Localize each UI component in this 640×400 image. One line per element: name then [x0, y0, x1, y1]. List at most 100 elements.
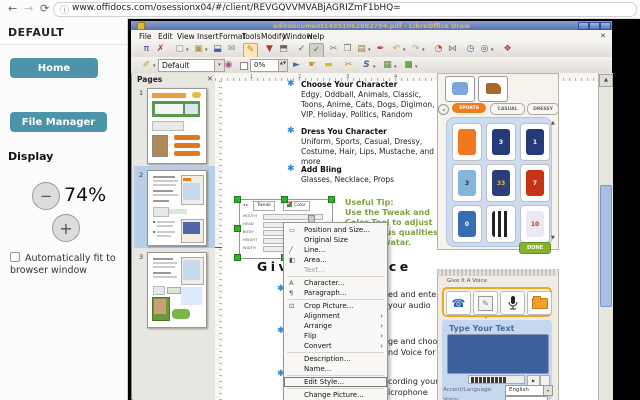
chart-icon[interactable]: ◔: [432, 43, 445, 56]
hand-icon[interactable]: ☛: [306, 59, 319, 72]
ruler-number: 2: [298, 73, 302, 80]
crop-icon[interactable]: ✂: [342, 59, 355, 72]
image-dropdown-icon[interactable]: ▾: [394, 64, 397, 70]
close-button[interactable]: [600, 22, 611, 30]
copy-icon[interactable]: ❐: [341, 43, 354, 56]
home-button[interactable]: Home: [10, 58, 98, 78]
fit-checkbox[interactable]: [10, 252, 20, 262]
menu-item-edit-style[interactable]: Edit Style...: [284, 377, 387, 387]
menu-item-change-picture[interactable]: Change Picture...: [284, 390, 387, 400]
paste-icon[interactable]: ▤: [355, 43, 368, 56]
new-document-icon[interactable]: ▢: [173, 43, 186, 56]
print-icon[interactable]: ⬒: [277, 43, 290, 56]
selection-handle[interactable]: [234, 196, 241, 203]
undo-dropdown-icon[interactable]: ▾: [403, 47, 406, 53]
color-mode-icon[interactable]: ■: [402, 59, 415, 72]
page-thumbnail-2[interactable]: [147, 170, 207, 246]
scroll-up-icon[interactable]: ▲: [599, 74, 613, 87]
paste-dropdown-icon[interactable]: ▾: [368, 47, 371, 53]
textbox-icon[interactable]: ▬: [322, 59, 335, 72]
menu-tools[interactable]: Tools: [242, 32, 260, 41]
compass-icon[interactable]: ◷: [464, 43, 477, 56]
menu-item-line[interactable]: ╱ Line...: [284, 245, 387, 255]
back-icon[interactable]: ←: [8, 2, 17, 15]
export-pdf-icon[interactable]: ▼: [263, 43, 276, 56]
window-titlebar[interactable]: editdocument14851062662794.pdf - LibreOf…: [131, 21, 612, 30]
zoom-pointer-icon[interactable]: ►: [290, 59, 303, 72]
filter-dropdown-icon[interactable]: ▾: [373, 64, 376, 70]
menu-item-name[interactable]: Name...: [284, 364, 387, 374]
menu-item-description[interactable]: Description...: [284, 354, 387, 364]
transparency-checkbox[interactable]: [240, 62, 248, 70]
selection-handle[interactable]: [234, 254, 241, 261]
cut-icon[interactable]: ✂: [327, 43, 340, 56]
character-icon: A: [289, 279, 294, 287]
zoom-dropdown-icon[interactable]: ▾: [491, 47, 494, 53]
pages-panel-close-icon[interactable]: ✕: [207, 75, 213, 83]
jersey-option: 7: [520, 164, 550, 202]
spin-arrows[interactable]: ▲▼: [278, 59, 288, 72]
maximize-button[interactable]: [589, 22, 600, 30]
page-number-1: 1: [139, 89, 144, 97]
styles-icon[interactable]: ✐: [140, 59, 153, 72]
menu-item-crop-picture[interactable]: ⊡ Crop Picture...: [284, 301, 387, 311]
menu-view[interactable]: View: [177, 32, 195, 41]
formula-icon[interactable]: π: [140, 43, 153, 56]
image-icon[interactable]: ▦: [381, 59, 394, 72]
menu-item-character[interactable]: A Character...: [284, 278, 387, 288]
page-thumbnail-1[interactable]: [147, 88, 207, 164]
spelling-icon[interactable]: ✓: [295, 43, 308, 56]
menu-item-flip[interactable]: Flip ›: [284, 331, 387, 341]
redo-dropdown-icon[interactable]: ▾: [422, 47, 425, 53]
menu-file[interactable]: File: [139, 32, 152, 41]
slider-label: HEAD: [243, 222, 254, 226]
area-icon: ◧: [289, 256, 296, 264]
styles-dropdown-icon[interactable]: ▾: [153, 63, 156, 69]
reload-icon[interactable]: ⟳: [40, 2, 49, 15]
filter-icon[interactable]: S: [360, 59, 373, 72]
style-combobox[interactable]: Default: [158, 59, 219, 72]
redo-icon[interactable]: ↷: [409, 43, 422, 56]
email-icon[interactable]: ✉: [225, 43, 238, 56]
selection-handle[interactable]: [328, 196, 335, 203]
zoom-tool-icon[interactable]: ◎: [478, 43, 491, 56]
tab-sports: SPORTS: [452, 103, 486, 113]
gluepoints-icon[interactable]: ⋈: [446, 43, 459, 56]
menu-item-area[interactable]: ◧ Area...: [284, 255, 387, 265]
forward-icon[interactable]: →: [24, 2, 33, 15]
save-icon[interactable]: ⬓: [211, 43, 224, 56]
zoom-out-button[interactable]: −: [32, 182, 60, 210]
undo-icon[interactable]: ↶: [390, 43, 403, 56]
file-manager-button[interactable]: File Manager: [10, 112, 107, 132]
document-close-icon[interactable]: ✕: [600, 32, 606, 40]
edit-points-icon[interactable]: ✗: [154, 43, 167, 56]
menu-item-arrange[interactable]: Arrange ›: [284, 321, 387, 331]
new-dropdown-icon[interactable]: ▾: [186, 47, 189, 53]
edit-file-icon[interactable]: ✎: [243, 42, 258, 58]
navigator-icon[interactable]: ❖: [501, 43, 514, 56]
color-wheel-icon[interactable]: ◉: [222, 59, 235, 72]
menu-item-paragraph[interactable]: ¶ Paragraph...: [284, 288, 387, 298]
url-text[interactable]: www.offidocs.com/osessionx04/#/client/RE…: [72, 3, 401, 13]
open-dropdown-icon[interactable]: ▾: [205, 47, 208, 53]
menu-insert[interactable]: Insert: [197, 32, 219, 41]
menu-item-original-size[interactable]: Original Size: [284, 235, 387, 245]
menu-edit[interactable]: Edit: [158, 32, 173, 41]
menu-item-text[interactable]: Text...: [284, 265, 387, 275]
clone-formatting-icon[interactable]: ✒: [374, 43, 387, 56]
menu-item-convert[interactable]: Convert ›: [284, 341, 387, 351]
page-info-icon[interactable]: ⓘ: [60, 3, 69, 16]
menu-help[interactable]: Help: [307, 32, 324, 41]
minimize-button[interactable]: [578, 22, 589, 30]
selection-handle[interactable]: [281, 196, 288, 203]
scrollbar-thumb[interactable]: [600, 185, 612, 307]
open-icon[interactable]: ▣: [192, 43, 205, 56]
page-thumbnail-3[interactable]: [147, 252, 207, 328]
spin-down-icon[interactable]: ▼: [283, 60, 286, 65]
selection-handle[interactable]: [234, 225, 241, 232]
autospellcheck-icon[interactable]: ✓: [309, 42, 324, 58]
menu-item-alignment[interactable]: Alignment ›: [284, 311, 387, 321]
color-mode-dropdown-icon[interactable]: ▾: [415, 64, 418, 70]
zoom-in-button[interactable]: +: [52, 214, 80, 242]
menu-item-position-and-size[interactable]: ▭ Position and Size...: [284, 225, 387, 235]
